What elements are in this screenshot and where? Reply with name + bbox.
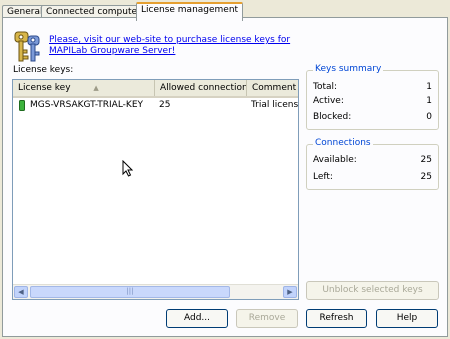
key-status-icon: [19, 100, 25, 111]
comment-cell: Trial license: [251, 100, 299, 110]
add-button[interactable]: Add...: [166, 309, 228, 328]
column-comment[interactable]: Comment: [247, 80, 298, 96]
keys-summary-group: Keys summary Total: 1 Active: 1 Blocked:…: [306, 64, 439, 130]
help-button[interactable]: Help: [376, 309, 438, 328]
license-key-cell: MGS-VRSAKGT-TRIAL-KEY: [30, 100, 144, 110]
column-license-key[interactable]: License key ▲: [13, 80, 155, 96]
tab-license-management[interactable]: License management: [136, 2, 244, 21]
refresh-button[interactable]: Refresh: [306, 309, 367, 328]
scroll-left-button[interactable]: ◀: [14, 286, 28, 298]
total-row: Total: 1: [313, 82, 432, 94]
active-value: 1: [426, 96, 432, 106]
keys-summary-title: Keys summary: [313, 64, 384, 74]
sort-ascending-icon: ▲: [93, 84, 99, 92]
unblock-selected-keys-button[interactable]: Unblock selected keys: [306, 281, 439, 300]
list-header: License key ▲ Allowed connections Commen…: [13, 80, 298, 98]
remove-button[interactable]: Remove: [236, 309, 298, 328]
available-row: Available: 25: [313, 155, 432, 167]
mouse-cursor-icon: [122, 160, 133, 177]
total-label: Total:: [313, 82, 338, 92]
table-row[interactable]: MGS-VRSAKGT-TRIAL-KEY 25 Trial license: [13, 98, 298, 112]
license-keys-label: License keys:: [13, 65, 74, 75]
keys-icon: [14, 31, 40, 62]
connections-group: Connections Available: 25 Left: 25: [306, 138, 439, 190]
left-value: 25: [420, 172, 432, 182]
total-value: 1: [426, 82, 432, 92]
allowed-connections-cell: 25: [159, 100, 171, 110]
available-value: 25: [420, 155, 432, 165]
blocked-label: Blocked:: [313, 112, 352, 122]
connections-title: Connections: [313, 138, 373, 148]
purchase-link[interactable]: Please, visit our web-site to purchase l…: [49, 35, 319, 57]
license-keys-list[interactable]: License key ▲ Allowed connections Commen…: [12, 79, 299, 300]
blocked-row: Blocked: 0: [313, 112, 432, 124]
left-label: Left:: [313, 172, 333, 182]
column-allowed-connections[interactable]: Allowed connections: [155, 80, 247, 96]
horizontal-scrollbar[interactable]: ◀ ||| ▶: [13, 284, 298, 299]
available-label: Available:: [313, 155, 357, 165]
blocked-value: 0: [426, 112, 432, 122]
active-label: Active:: [313, 96, 344, 106]
scrollbar-thumb[interactable]: |||: [30, 286, 230, 298]
scroll-right-button[interactable]: ▶: [283, 286, 297, 298]
column-license-key-label: License key: [18, 83, 71, 93]
left-row: Left: 25: [313, 172, 432, 184]
active-row: Active: 1: [313, 96, 432, 108]
